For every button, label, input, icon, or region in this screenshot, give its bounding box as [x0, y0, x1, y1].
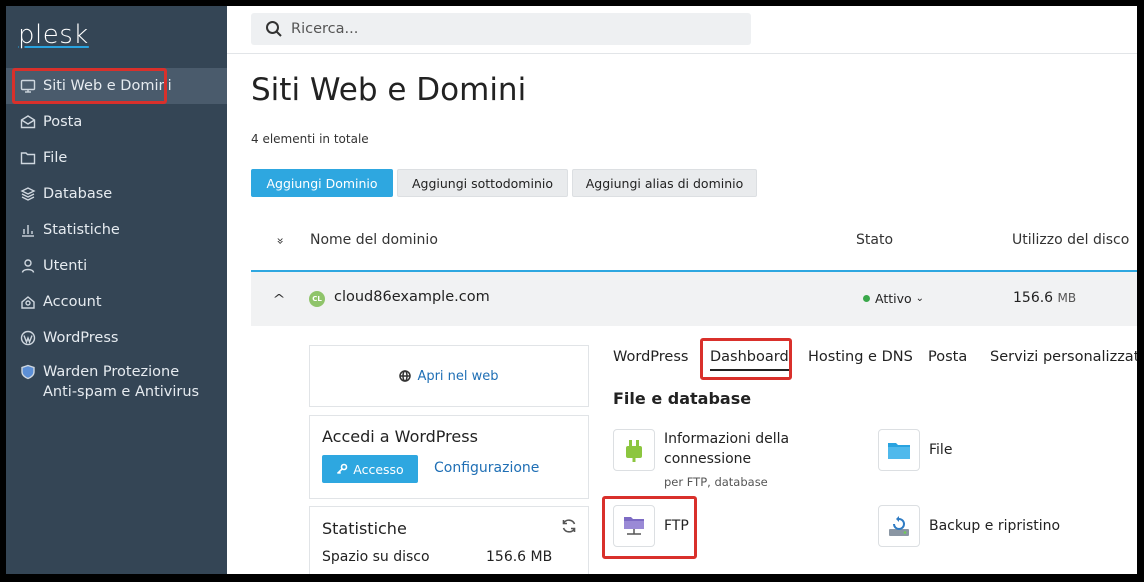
monitor-icon	[20, 78, 36, 94]
backup-restore-tile[interactable]: Backup e ripristino	[878, 505, 1060, 547]
folder-icon	[878, 429, 920, 471]
connection-info-tile[interactable]: Informazioni della connessione per FTP, …	[613, 429, 853, 492]
app-window: plesk Siti Web e Domini Posta File Datab…	[6, 6, 1137, 574]
wordpress-icon	[20, 330, 36, 346]
domain-tabs: WordPress Dashboard Hosting e DNS Posta …	[613, 349, 1137, 379]
key-icon	[337, 463, 348, 475]
sidebar-item-label: WordPress	[43, 330, 119, 346]
search-box[interactable]	[251, 13, 751, 45]
sidebar-item-label: File	[43, 150, 68, 166]
top-bar	[227, 6, 1137, 54]
table-row[interactable]: ^ CL cloud86example.com Attivo ⌄ 156.6 M…	[251, 272, 1137, 326]
sidebar-item-account[interactable]: Account	[6, 284, 227, 320]
disk-space-label: Spazio su disco	[322, 549, 430, 565]
collapse-row-icon[interactable]: ^	[272, 292, 285, 306]
refresh-icon[interactable]	[560, 517, 578, 535]
domain-name[interactable]: cloud86example.com	[334, 289, 490, 305]
account-icon	[20, 294, 36, 310]
section-title: File e database	[613, 389, 752, 408]
statistics-title: Statistiche	[322, 519, 407, 538]
tile-label: File	[929, 442, 953, 458]
column-header-domain[interactable]: Nome del dominio	[310, 232, 438, 248]
bar-chart-icon	[20, 222, 36, 238]
sidebar-item-databases[interactable]: Database	[6, 176, 227, 212]
disk-usage: 156.6 MB	[1013, 290, 1077, 306]
main-content: Siti Web e Domini 4 elementi in totale A…	[227, 6, 1137, 574]
sidebar-item-statistics[interactable]: Statistiche	[6, 212, 227, 248]
search-icon	[266, 21, 282, 37]
site-favicon: CL	[309, 291, 325, 307]
sidebar-item-label: Posta	[43, 114, 83, 130]
mail-icon	[20, 114, 36, 130]
globe-icon	[399, 370, 412, 382]
sidebar-item-files[interactable]: File	[6, 140, 227, 176]
column-header-status[interactable]: Stato	[856, 232, 893, 248]
sidebar-item-label: Siti Web e Domini	[43, 78, 172, 94]
add-subdomain-button[interactable]: Aggiungi sottodominio	[397, 169, 568, 197]
tab-wordpress[interactable]: WordPress	[613, 349, 688, 365]
tile-label: Backup e ripristino	[929, 518, 1061, 534]
wordpress-access-button[interactable]: Accesso	[322, 455, 418, 483]
plug-icon	[613, 429, 655, 471]
sidebar: plesk Siti Web e Domini Posta File Datab…	[6, 6, 227, 574]
ftp-tile[interactable]: FTP	[613, 505, 689, 547]
sidebar-item-label: Database	[43, 186, 113, 202]
folder-icon	[20, 150, 36, 166]
sidebar-item-users[interactable]: Utenti	[6, 248, 227, 284]
open-web-link[interactable]: Apri nel web	[417, 369, 498, 384]
search-input[interactable]	[291, 21, 731, 37]
sidebar-item-websites-domains[interactable]: Siti Web e Domini	[6, 68, 227, 104]
tab-custom-services[interactable]: Servizi personalizzati	[990, 349, 1137, 365]
chevron-down-icon: ⌄	[915, 293, 925, 304]
tile-label: FTP	[664, 518, 689, 534]
sidebar-item-wordpress[interactable]: WordPress	[6, 320, 227, 356]
sidebar-nav: Siti Web e Domini Posta File Database St…	[6, 68, 227, 402]
ftp-folder-icon	[613, 505, 655, 547]
sidebar-item-warden[interactable]: Warden Protezione Anti-spam e Antivirus	[6, 356, 227, 402]
sidebar-item-mail[interactable]: Posta	[6, 104, 227, 140]
user-icon	[20, 258, 36, 274]
add-alias-button[interactable]: Aggiungi alias di dominio	[572, 169, 757, 197]
wordpress-login-title: Accedi a WordPress	[322, 427, 478, 446]
sidebar-item-label: Warden Protezione Anti-spam e Antivirus	[43, 364, 200, 400]
status-active-dot	[863, 295, 870, 302]
status-dropdown[interactable]: Attivo ⌄	[863, 291, 924, 306]
sort-toggle-icon[interactable]: »	[274, 237, 288, 244]
backup-icon	[878, 505, 920, 547]
status-label: Attivo	[875, 291, 912, 306]
sidebar-item-label: Account	[43, 294, 102, 310]
open-web-card: Apri nel web	[309, 345, 589, 407]
sidebar-item-label: Statistiche	[43, 222, 120, 238]
disk-space-value: 156.6 MB	[486, 549, 553, 565]
wordpress-login-card: Accedi a WordPress Accesso Configurazion…	[309, 415, 589, 499]
tile-label: Informazioni della connessione	[664, 431, 790, 467]
wordpress-config-link[interactable]: Configurazione	[434, 460, 539, 476]
file-tile[interactable]: File	[878, 429, 952, 471]
add-domain-button[interactable]: Aggiungi Dominio	[251, 169, 393, 197]
sidebar-item-label: Utenti	[43, 258, 88, 274]
page-title: Siti Web e Domini	[251, 72, 527, 108]
item-count: 4 elementi in totale	[251, 132, 369, 146]
shield-icon	[20, 364, 36, 380]
plesk-logo[interactable]: plesk	[18, 20, 89, 50]
statistics-card: Statistiche Spazio su disco 156.6 MB	[309, 506, 589, 574]
tile-sublabel: per FTP, database	[664, 475, 768, 489]
database-icon	[20, 186, 36, 202]
tab-hosting-dns[interactable]: Hosting e DNS	[808, 349, 913, 365]
tab-mail[interactable]: Posta	[928, 349, 967, 365]
column-header-disk[interactable]: Utilizzo del disco	[1012, 232, 1129, 248]
tab-dashboard[interactable]: Dashboard	[710, 349, 789, 371]
